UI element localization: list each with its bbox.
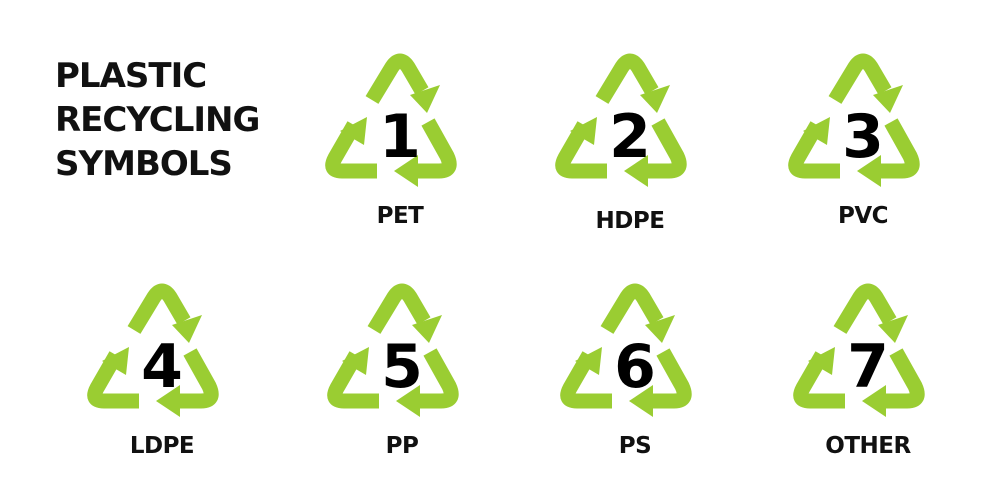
recycling-triangle-icon: 2 xyxy=(555,53,687,187)
resin-code-label: PP xyxy=(385,433,419,459)
resin-number: 5 xyxy=(381,332,423,402)
resin-code-label: HDPE xyxy=(595,208,665,234)
recycling-symbol-1: 1 PET xyxy=(310,45,490,245)
recycling-triangle-icon: 3 xyxy=(788,53,920,187)
page-title: PLASTIC RECYCLING SYMBOLS xyxy=(55,54,260,186)
resin-code-label: PS xyxy=(618,433,652,459)
recycling-triangle-icon: 7 xyxy=(793,283,925,417)
recycling-triangle-icon: 6 xyxy=(560,283,692,417)
title-line-2: RECYCLING xyxy=(55,100,260,140)
title-line-1: PLASTIC xyxy=(55,56,207,96)
recycling-symbol-3: 3 PVC xyxy=(773,45,953,245)
recycling-triangle-icon: 4 xyxy=(87,283,219,417)
recycling-triangle-icon: 1 xyxy=(325,53,457,187)
resin-number: 4 xyxy=(141,332,183,402)
resin-number: 1 xyxy=(379,102,421,172)
title-line-3: SYMBOLS xyxy=(55,144,233,184)
resin-code-label: LDPE xyxy=(129,433,195,459)
resin-number: 2 xyxy=(609,102,651,172)
recycling-symbol-6: 6 PS xyxy=(545,275,725,475)
resin-code-label: PET xyxy=(376,203,424,229)
resin-number: 3 xyxy=(842,102,884,172)
recycling-symbol-4: 4 LDPE xyxy=(72,275,252,475)
resin-number: 6 xyxy=(614,332,656,402)
resin-code-label: PVC xyxy=(837,203,889,229)
resin-number: 7 xyxy=(847,332,889,402)
recycling-symbol-2: 2 HDPE xyxy=(540,45,720,245)
resin-code-label: OTHER xyxy=(825,433,911,459)
recycling-symbol-5: 5 PP xyxy=(312,275,492,475)
recycling-triangle-icon: 5 xyxy=(327,283,459,417)
recycling-symbol-7: 7 OTHER xyxy=(778,275,958,475)
